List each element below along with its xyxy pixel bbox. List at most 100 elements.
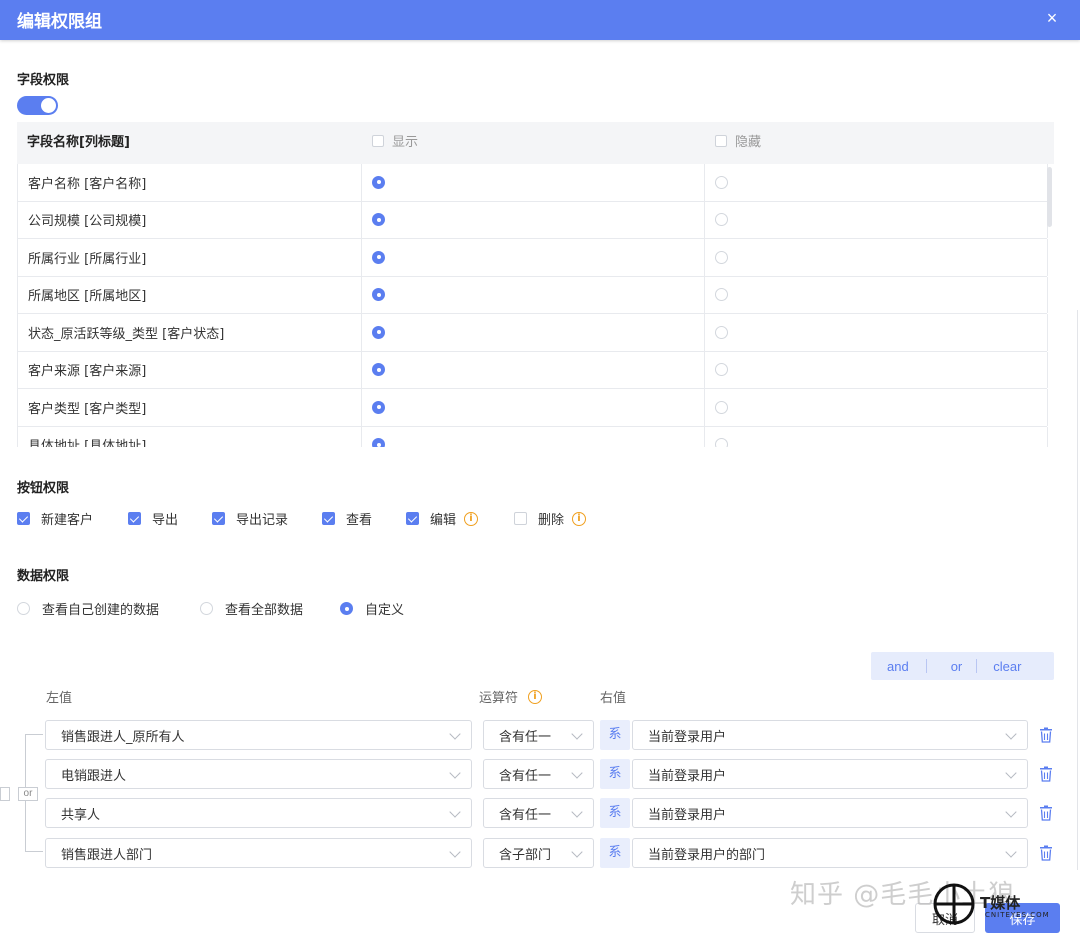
hide-cell[interactable] (704, 314, 1048, 351)
radio-own[interactable] (17, 602, 30, 615)
permission-0[interactable]: 新建客户 (17, 509, 93, 528)
hide-cell[interactable] (704, 201, 1048, 238)
info-icon[interactable]: i (528, 689, 543, 704)
system-value-button[interactable]: 系 (600, 720, 630, 750)
show-radio[interactable] (372, 250, 385, 264)
left-value-text: 销售跟进人部门 (61, 847, 153, 863)
data-option-own[interactable]: 查看自己创建的数据 (17, 599, 159, 618)
operator-select[interactable]: 含有任一 (483, 798, 594, 828)
show-all-checkbox[interactable] (372, 135, 384, 147)
show-radio[interactable] (372, 288, 385, 302)
right-value-text: 当前登录用户 (648, 807, 727, 823)
col-hide-label: 隐藏 (735, 135, 762, 150)
trash-icon[interactable] (1039, 845, 1053, 861)
show-radio[interactable] (372, 325, 385, 339)
hide-cell[interactable] (704, 276, 1048, 313)
hide-radio[interactable] (715, 400, 728, 414)
right-value-select[interactable]: 当前登录用户 (632, 720, 1028, 750)
trash-icon[interactable] (1039, 805, 1053, 821)
hide-cell[interactable] (704, 164, 1048, 201)
table-scrollbar[interactable] (1047, 167, 1052, 227)
show-cell[interactable] (361, 276, 704, 313)
field-name: 公司规模 [公司规模] (28, 214, 147, 230)
show-cell[interactable] (361, 164, 704, 201)
permission-checkbox[interactable] (514, 512, 527, 525)
left-value-text: 共享人 (61, 807, 101, 823)
group-toggle-box[interactable] (0, 787, 10, 801)
left-value-select[interactable]: 共享人 (45, 798, 472, 828)
hide-radio[interactable] (715, 363, 728, 377)
permission-checkbox[interactable] (406, 512, 419, 525)
or-button[interactable]: or (951, 659, 963, 674)
right-value-select[interactable]: 当前登录用户的部门 (632, 838, 1028, 868)
or-badge[interactable]: or (18, 787, 38, 801)
left-value-text: 销售跟进人_原所有人 (61, 729, 185, 745)
left-value-select[interactable]: 电销跟进人 (45, 759, 472, 789)
permission-checkbox[interactable] (322, 512, 335, 525)
data-option-custom[interactable]: 自定义 (340, 599, 404, 618)
field-permissions-toggle[interactable] (17, 96, 58, 115)
hide-cell[interactable] (704, 351, 1048, 388)
data-option-all[interactable]: 查看全部数据 (200, 599, 303, 618)
permission-label: 导出记录 (236, 513, 289, 528)
and-button[interactable]: and (887, 659, 909, 674)
close-icon[interactable]: × (1042, 8, 1062, 28)
permission-5[interactable]: 删除 i (514, 509, 587, 528)
system-value-button[interactable]: 系 (600, 838, 630, 868)
show-cell[interactable] (361, 314, 704, 351)
hide-radio[interactable] (715, 250, 728, 264)
operator-select[interactable]: 含有任一 (483, 759, 594, 789)
show-cell[interactable] (361, 351, 704, 388)
hide-radio[interactable] (715, 325, 728, 339)
dialog-title: 编辑权限组 (17, 12, 102, 32)
chevron-down-icon (449, 728, 461, 740)
chevron-down-icon (571, 806, 583, 818)
hide-cell[interactable] (704, 389, 1048, 426)
show-radio[interactable] (372, 438, 385, 447)
permission-checkbox[interactable] (17, 512, 30, 525)
show-radio[interactable] (372, 400, 385, 414)
show-radio[interactable] (372, 175, 385, 189)
show-radio[interactable] (372, 213, 385, 227)
show-cell[interactable] (361, 201, 704, 238)
chevron-down-icon (571, 846, 583, 858)
permission-2[interactable]: 导出记录 (212, 509, 288, 528)
trash-icon[interactable] (1039, 727, 1053, 743)
left-value-select[interactable]: 销售跟进人部门 (45, 838, 472, 868)
show-cell[interactable] (361, 389, 704, 426)
hide-cell[interactable] (704, 239, 1048, 276)
hide-radio[interactable] (715, 438, 728, 447)
hide-all-checkbox[interactable] (715, 135, 727, 147)
show-cell[interactable] (361, 239, 704, 276)
col-show[interactable]: 显示 (372, 122, 418, 164)
permission-3[interactable]: 查看 (322, 509, 372, 528)
clear-button[interactable]: clear (993, 659, 1021, 674)
permission-1[interactable]: 导出 (128, 509, 178, 528)
system-value-button[interactable]: 系 (600, 798, 630, 828)
operator-select[interactable]: 含有任一 (483, 720, 594, 750)
operator-text: 含有任一 (499, 729, 552, 745)
radio-custom[interactable] (340, 602, 353, 615)
hide-radio[interactable] (715, 288, 728, 302)
permission-checkbox[interactable] (128, 512, 141, 525)
info-icon[interactable]: i (464, 511, 479, 526)
right-value-select[interactable]: 当前登录用户 (632, 798, 1028, 828)
permission-checkbox[interactable] (212, 512, 225, 525)
field-name: 客户名称 [客户名称] (28, 176, 147, 192)
info-icon[interactable]: i (572, 511, 587, 526)
right-value-select[interactable]: 当前登录用户 (632, 759, 1028, 789)
trash-icon[interactable] (1039, 766, 1053, 782)
operator-select[interactable]: 含子部门 (483, 838, 594, 868)
radio-all[interactable] (200, 602, 213, 615)
chevron-down-icon (449, 767, 461, 779)
hide-radio[interactable] (715, 213, 728, 227)
left-value-select[interactable]: 销售跟进人_原所有人 (45, 720, 472, 750)
dialog-scroll-track (1077, 310, 1078, 870)
hide-cell[interactable] (704, 426, 1048, 447)
show-cell[interactable] (361, 426, 704, 447)
show-radio[interactable] (372, 363, 385, 377)
permission-4[interactable]: 编辑 i (406, 509, 479, 528)
col-hide[interactable]: 隐藏 (715, 122, 761, 164)
system-value-button[interactable]: 系 (600, 759, 630, 789)
hide-radio[interactable] (715, 175, 728, 189)
